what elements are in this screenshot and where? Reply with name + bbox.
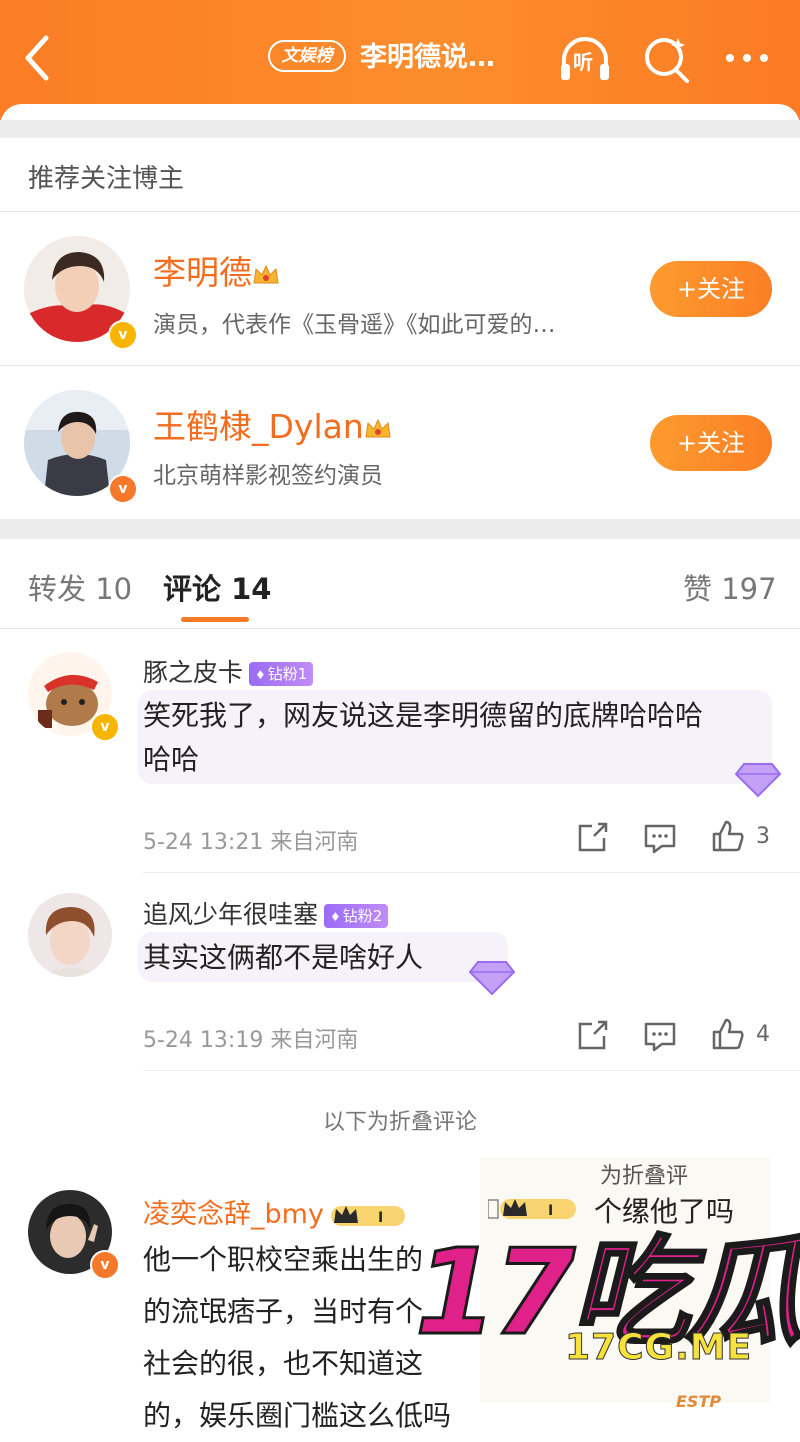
like-icon[interactable] xyxy=(710,818,746,854)
fan-badge: 钻粉1 xyxy=(249,662,314,686)
verified-icon: v xyxy=(108,474,138,504)
diamond-icon xyxy=(734,763,782,798)
comment-text: 笑死我了，网友说这是李明德留的底牌哈哈哈 哈哈 xyxy=(143,699,704,776)
search-icon[interactable] xyxy=(640,32,694,86)
diamond-icon xyxy=(468,961,516,996)
crown-level-icon: I xyxy=(330,1205,405,1226)
entertainment-list-tag[interactable]: 文娱榜 xyxy=(268,40,346,72)
site-watermark-url: 17CG.ME xyxy=(564,1327,753,1369)
commenter-name[interactable]: 豚之皮卡钻粉1 xyxy=(143,653,314,689)
overlay-text: 为折叠评 xyxy=(600,1164,689,1189)
blogger-description: 演员，代表作《玉骨遥》《如此可爱的… xyxy=(153,312,556,338)
blogger-description: 北京萌样影视签约演员 xyxy=(153,463,383,489)
recommend-section-title: 推荐关注博主 xyxy=(28,164,185,194)
verified-icon: v xyxy=(90,1250,120,1280)
like-count: 3 xyxy=(756,824,770,849)
divider xyxy=(143,1070,800,1071)
listen-label: 听 xyxy=(573,50,593,74)
follow-button[interactable]: +关注 xyxy=(650,415,772,471)
share-icon[interactable] xyxy=(574,1018,610,1054)
comment-meta: 5-24 13:19 来自河南 xyxy=(143,1028,359,1053)
recommended-blogger[interactable]: v 李明德 演员，代表作《玉骨遥》《如此可爱的… +关注 xyxy=(0,212,800,362)
comment-text: 其实这俩都不是啥好人 xyxy=(143,941,424,974)
estp-sticker: ESTP xyxy=(676,1392,722,1411)
svg-text:I: I xyxy=(378,1210,383,1226)
comment-text: 他一个职校空乘出生的 的流氓痞子，当时有个 社会的很，也不知道这 的，娱乐圈门槛… xyxy=(143,1243,452,1432)
verified-icon: v xyxy=(90,712,120,742)
section-divider xyxy=(0,519,800,539)
listen-button[interactable]: 听 xyxy=(558,32,612,86)
like-icon[interactable] xyxy=(710,1016,746,1052)
share-icon[interactable] xyxy=(574,820,610,856)
active-tab-indicator xyxy=(181,617,249,622)
svg-text:I: I xyxy=(548,1203,553,1219)
reply-icon[interactable] xyxy=(642,820,678,856)
back-icon[interactable] xyxy=(18,32,58,84)
comment-meta: 5-24 13:21 来自河南 xyxy=(143,830,359,855)
follow-button[interactable]: +关注 xyxy=(650,261,772,317)
divider xyxy=(143,872,800,873)
folded-comments-label[interactable]: 以下为折叠评论 xyxy=(0,1104,800,1136)
blogger-name[interactable]: 李明德 xyxy=(153,246,280,294)
blogger-name[interactable]: 王鹤棣_Dylan xyxy=(153,400,392,448)
like-count: 4 xyxy=(756,1022,770,1047)
commenter-name[interactable]: 追风少年很哇塞钻粉2 xyxy=(143,895,389,931)
tab-comments[interactable]: 评论 14 xyxy=(163,566,271,608)
crown-icon xyxy=(365,418,391,437)
more-icon[interactable] xyxy=(720,32,774,86)
reply-icon[interactable] xyxy=(642,1018,678,1054)
tab-likes[interactable]: 赞 197 xyxy=(683,566,777,608)
commenter-name[interactable]: 凌奕念辞_bmy I xyxy=(143,1192,406,1231)
crown-icon xyxy=(253,264,279,283)
recommended-blogger[interactable]: v 王鹤棣_Dylan 北京萌样影视签约演员 +关注 xyxy=(0,366,800,516)
top-nav-bar: 文娱榜 李明德说… 听 xyxy=(0,0,800,120)
section-divider xyxy=(0,120,800,138)
tab-reposts[interactable]: 转发 10 xyxy=(28,566,132,608)
verified-icon: v xyxy=(108,320,138,350)
crown-level-icon: I xyxy=(488,1199,576,1219)
divider xyxy=(0,628,800,629)
fan-badge: 钻粉2 xyxy=(324,904,389,928)
commenter-avatar[interactable] xyxy=(28,893,112,977)
page-title: 李明德说… xyxy=(360,42,495,73)
